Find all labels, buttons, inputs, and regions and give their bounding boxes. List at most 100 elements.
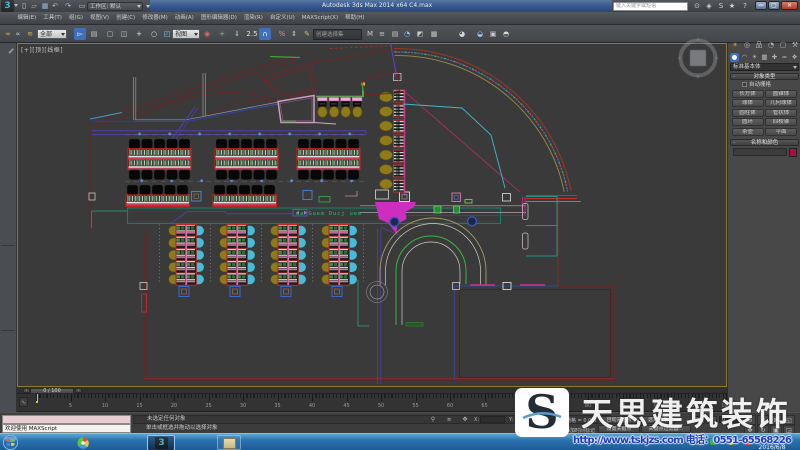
project-folder-icon[interactable]: ▭ [78, 2, 86, 10]
subtab-shapes[interactable]: ◠ [740, 53, 749, 62]
menu-item-1[interactable]: 工具(T) [40, 12, 66, 25]
browser-pinwheel-icon[interactable] [76, 436, 90, 450]
snap-25-icon[interactable]: 2.5 [246, 28, 258, 40]
unlink-icon[interactable]: ∝ [12, 28, 24, 40]
tab-hierarchy[interactable]: 品 [754, 41, 764, 50]
viewport-layout-tab-strip[interactable] [0, 43, 17, 412]
object-type-button-6[interactable]: 圆环 [732, 118, 764, 126]
select-by-name-icon[interactable]: ▤ [88, 28, 100, 40]
infocenter-search-input[interactable]: 键入关键字或短语 [613, 2, 688, 11]
taskbar-3dsmax-button[interactable]: 3 [147, 435, 175, 450]
tab-create[interactable]: ✶ [730, 41, 740, 50]
previous-frame-button[interactable]: ‹ [23, 388, 30, 393]
layer-manager-icon[interactable]: ▤ [389, 28, 401, 40]
subtab-helpers[interactable]: ✚ [770, 53, 779, 62]
workspace-dropdown[interactable]: 工作区: 默认 [87, 2, 143, 11]
select-object-icon[interactable]: ▻ [74, 28, 86, 40]
search-icon[interactable]: ⊙ [692, 2, 702, 11]
subtab-lights[interactable]: ☀ [750, 53, 759, 62]
object-type-button-5[interactable]: 管状体 [765, 109, 797, 117]
named-selection-sets-dropdown[interactable]: 创建选择集 [313, 29, 362, 40]
menu-item-5[interactable]: 修改器(M) [139, 12, 172, 25]
isolate-selection-icon[interactable]: ⚲ [429, 416, 437, 423]
object-type-button-8[interactable]: 茶壶 [732, 128, 764, 136]
move-icon[interactable]: + [133, 28, 145, 40]
edit-sets-icon[interactable]: ✎ [301, 28, 313, 40]
subtab-systems[interactable]: ❖ [790, 53, 799, 62]
communication-center-icon[interactable]: ◈ [704, 2, 714, 11]
object-type-rollout[interactable]: -对象类型 [730, 73, 799, 80]
manipulate-icon[interactable]: + [216, 28, 228, 40]
autogrid-checkbox[interactable]: 自动栅格 [742, 82, 771, 89]
absolute-mode-icon[interactable]: ✥ [461, 416, 469, 423]
app-logo-icon[interactable]: 3 [1, 0, 14, 12]
percent-snap-icon[interactable]: % [276, 28, 288, 40]
tab-modify[interactable]: ◎ [742, 41, 752, 50]
subtab-cameras[interactable]: ▦ [760, 53, 769, 62]
name-color-rollout[interactable]: -名称和颜色 [730, 139, 799, 146]
redo-icon[interactable]: ↷ [64, 2, 72, 10]
undo-icon[interactable]: ↶ [51, 2, 59, 10]
material-editor-icon[interactable]: ◕ [456, 28, 468, 40]
render-icon[interactable]: ◓ [500, 28, 512, 40]
favorites-star-icon[interactable]: ★ [727, 2, 737, 11]
object-type-button-0[interactable]: 长方体 [732, 90, 764, 98]
object-type-button-3[interactable]: 几何球体 [765, 99, 797, 107]
mirror-icon[interactable]: M [364, 28, 376, 40]
tab-display[interactable]: ▢ [778, 41, 788, 50]
menu-item-8[interactable]: 渲染(R) [240, 12, 266, 25]
next-frame-button[interactable]: › [75, 388, 82, 393]
open-file-icon[interactable]: ▱ [30, 2, 38, 10]
help-icon[interactable]: ? [740, 2, 750, 11]
reference-coordsys-dropdown[interactable]: 视图 [172, 29, 200, 39]
window-crossing-icon[interactable]: ◫ [118, 28, 130, 40]
align-icon[interactable]: ≡ [376, 28, 388, 40]
menu-item-9[interactable]: 自定义(U) [266, 12, 298, 25]
taskbar-app-button[interactable] [217, 435, 241, 450]
angle-snap-icon[interactable]: ∩ [259, 28, 271, 40]
object-type-button-1[interactable]: 圆锥体 [765, 90, 797, 98]
time-slider[interactable]: ‹ 0 / 100 › [17, 387, 727, 394]
maxscript-mini-recorder[interactable] [2, 415, 131, 424]
menu-item-6[interactable]: 动画(A) [171, 12, 197, 25]
maximize-button[interactable]: ▢ [768, 1, 780, 10]
rotate-icon[interactable]: ○ [148, 28, 160, 40]
object-type-button-2[interactable]: 球体 [732, 99, 764, 107]
maxscript-mini-listener[interactable]: 欢迎使用 MAXScript [2, 424, 131, 433]
subtab-geometry[interactable]: ● [730, 53, 739, 62]
scale-icon[interactable]: ◰ [161, 28, 173, 40]
object-type-button-7[interactable]: 四棱锥 [765, 118, 797, 126]
viewcube[interactable] [676, 36, 720, 80]
workspace-caret-icon[interactable] [137, 5, 141, 8]
kbd-override-icon[interactable]: ⇓ [231, 28, 243, 40]
rendered-frame-icon[interactable]: ▣ [487, 28, 499, 40]
rect-region-icon[interactable]: ▢ [104, 28, 116, 40]
spinner-snap-icon[interactable]: ⇕ [288, 28, 300, 40]
curve-editor-icon[interactable]: ◩ [414, 28, 426, 40]
primitive-category-dropdown[interactable]: 标准基本体 [730, 63, 799, 71]
new-file-icon[interactable]: ▯ [20, 2, 28, 10]
render-setup-icon[interactable]: ◒ [474, 28, 486, 40]
minimize-button[interactable]: — [755, 1, 767, 10]
menu-item-2[interactable]: 组(G) [65, 12, 86, 25]
tab-motion[interactable]: ◔ [766, 41, 776, 50]
object-name-input[interactable] [733, 148, 787, 156]
object-color-swatch[interactable] [789, 148, 797, 157]
menu-item-11[interactable]: 帮助(H) [342, 12, 368, 25]
subtab-spacewarps[interactable]: ≈ [780, 53, 789, 62]
menu-item-4[interactable]: 创建(C) [113, 12, 139, 25]
qat-overflow-caret-icon[interactable] [146, 5, 150, 8]
bind-spacewarp-icon[interactable]: ≋ [24, 28, 36, 40]
time-slider-handle[interactable]: 0 / 100 [30, 388, 74, 394]
save-icon[interactable]: ▦ [41, 2, 49, 10]
menu-item-7[interactable]: 图形编辑器(D) [197, 12, 240, 25]
object-type-button-4[interactable]: 圆柱体 [732, 109, 764, 117]
menu-item-3[interactable]: 视图(V) [87, 12, 113, 25]
tab-utilities[interactable]: ⚒ [790, 41, 800, 50]
app-logo-caret-icon[interactable] [14, 4, 18, 7]
ribbon-icon[interactable]: ◔ [401, 28, 413, 40]
start-button[interactable] [3, 435, 18, 450]
pivot-center-icon[interactable]: ◉ [201, 28, 213, 40]
close-button[interactable]: ✕ [781, 1, 798, 10]
schematic-view-icon[interactable]: ▦ [428, 28, 440, 40]
